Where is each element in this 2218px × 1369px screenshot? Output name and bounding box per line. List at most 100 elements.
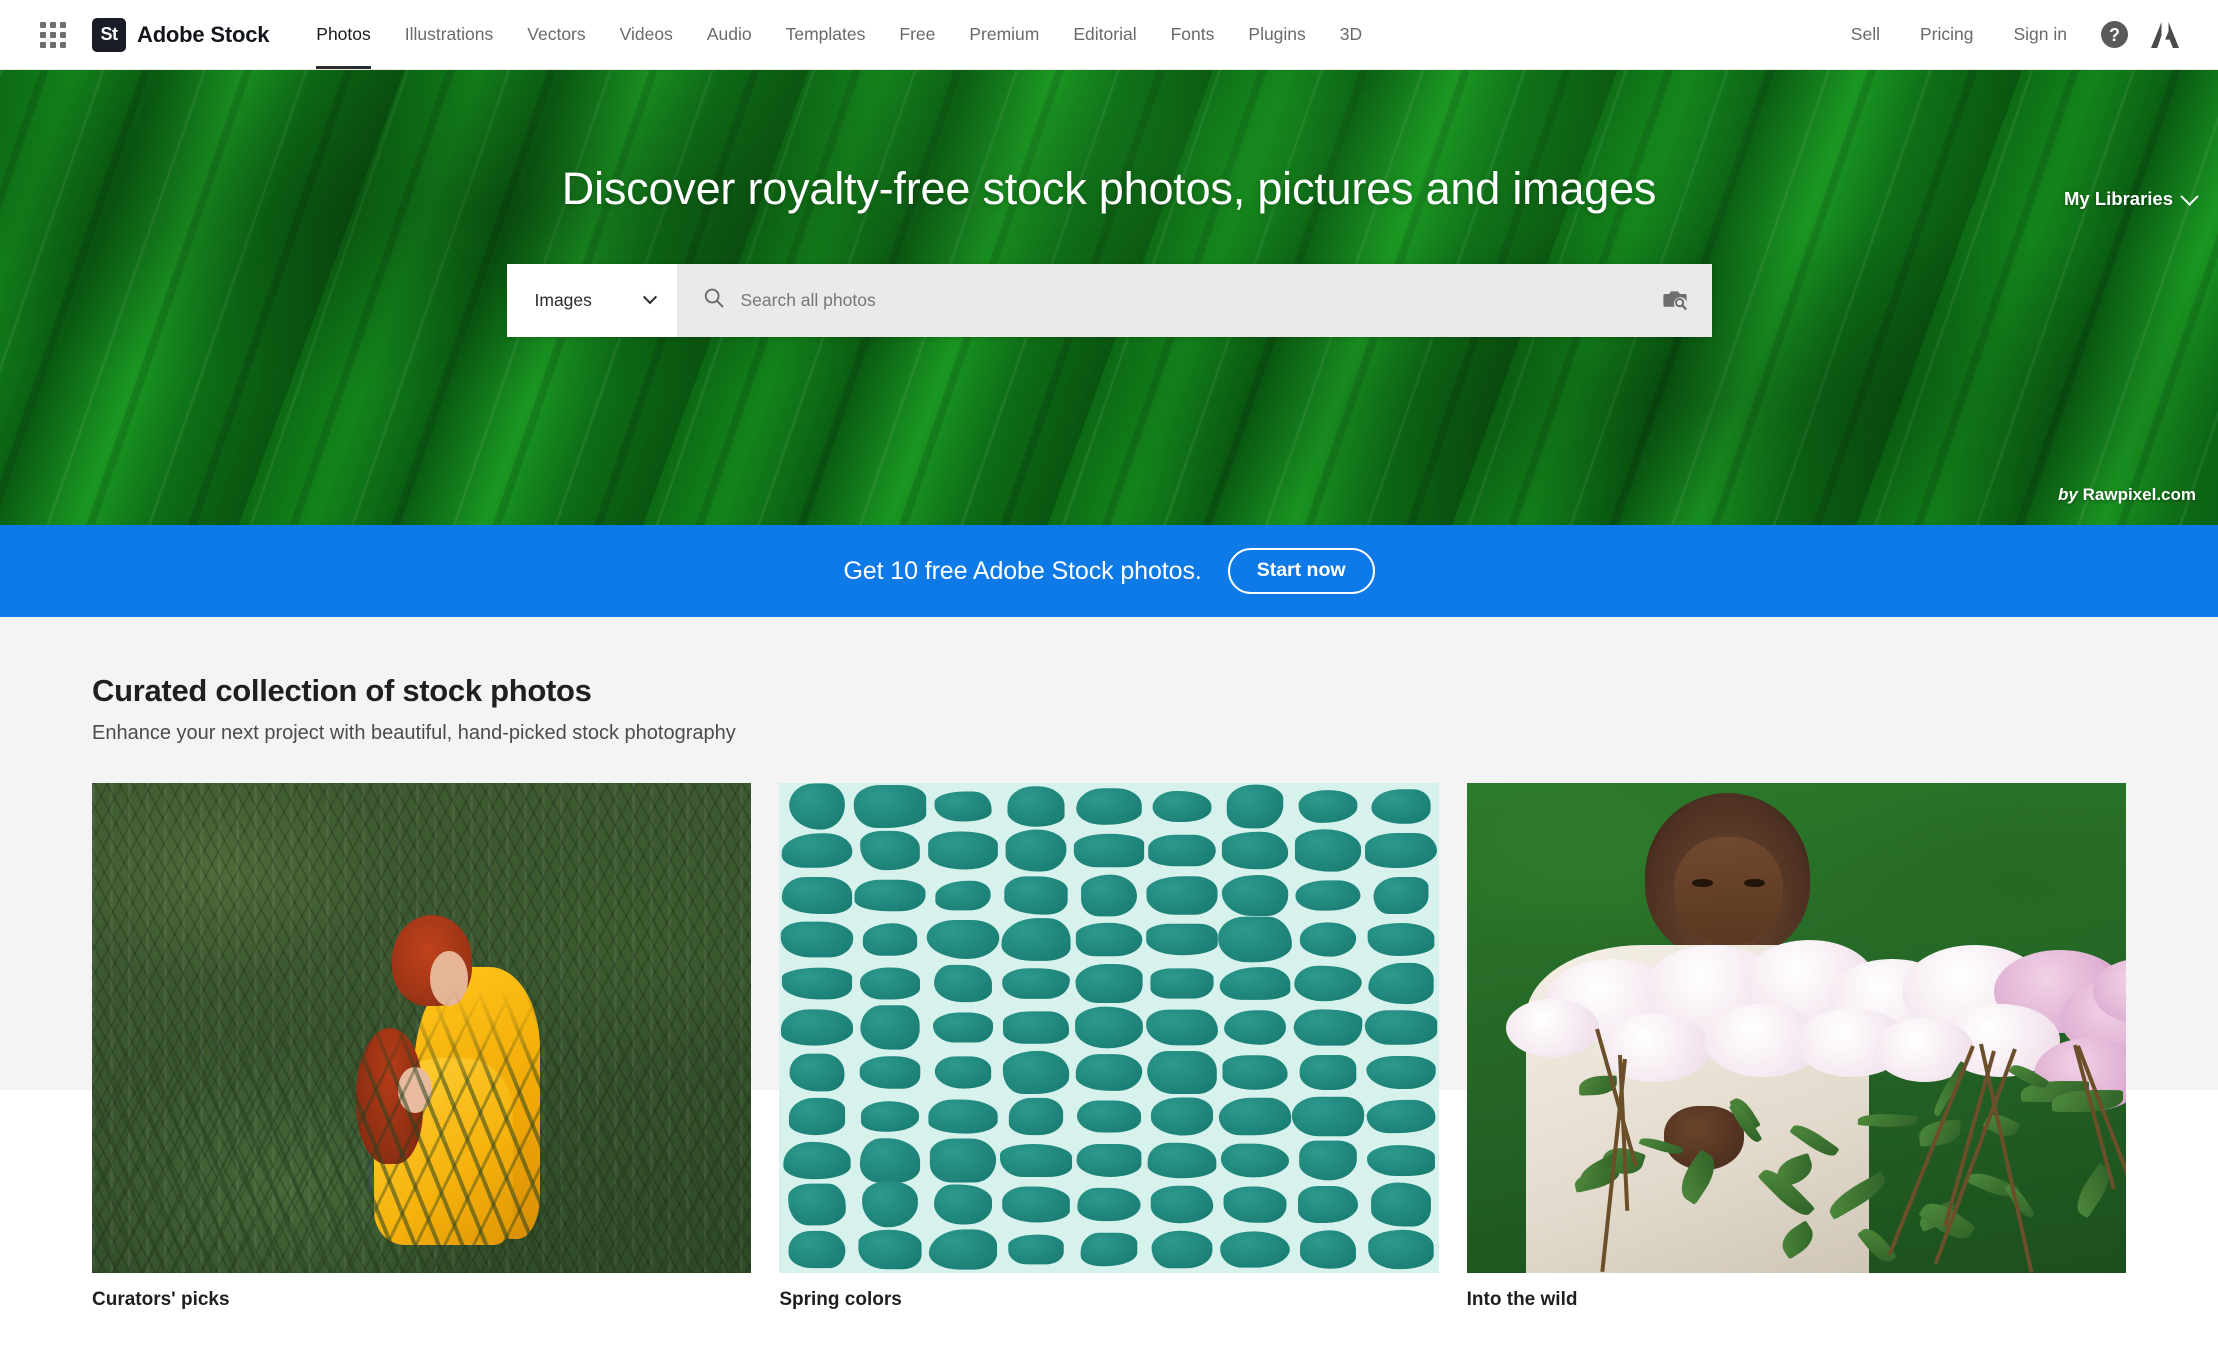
primary-nav: Photos Illustrations Vectors Videos Audi…: [299, 0, 1831, 69]
flower-leaf: [1824, 1171, 1891, 1221]
cell-blob: [863, 923, 918, 956]
collection-card[interactable]: Curators' picks: [92, 783, 752, 1311]
brand-name: Adobe Stock: [137, 21, 270, 47]
cell-blob: [1002, 968, 1070, 1000]
sign-in-link[interactable]: Sign in: [1993, 24, 2087, 45]
photo-teal-cell-pattern: [779, 783, 1439, 1273]
cell-blob: [1003, 1011, 1070, 1045]
hero-banner: My Libraries Discover royalty-free stock…: [0, 70, 2218, 525]
credit-prefix: by: [2058, 485, 2078, 504]
cell-blob: [1219, 967, 1291, 1001]
my-libraries-dropdown[interactable]: My Libraries: [2064, 186, 2199, 210]
cell-blob: [1008, 1097, 1064, 1136]
cell-blob: [1294, 829, 1361, 873]
search-bar: Images: [506, 263, 1712, 337]
collection-card[interactable]: Into the wild: [1466, 783, 2126, 1311]
nav-item-photos[interactable]: Photos: [299, 0, 387, 69]
page-subtitle: Enhance your next project with beautiful…: [92, 722, 736, 744]
cell-blob: [933, 1012, 994, 1044]
cell-blob: [862, 1182, 919, 1229]
cell-blob: [1220, 1143, 1289, 1178]
adobe-stock-mark-icon: St: [92, 17, 126, 52]
search-field-wrapper[interactable]: [676, 263, 1640, 337]
grid-dot: [50, 41, 56, 48]
collection-card[interactable]: Spring colors: [779, 783, 1439, 1311]
cell-blob: [1073, 834, 1145, 868]
cell-blob: [1295, 879, 1361, 911]
cell-blob: [1371, 789, 1431, 824]
cell-blob: [861, 1101, 920, 1132]
adobe-logo-icon[interactable]: [2150, 21, 2180, 49]
brand-logo-link[interactable]: St Adobe Stock: [92, 17, 270, 52]
nav-item-free[interactable]: Free: [882, 0, 952, 69]
cell-blob: [854, 784, 927, 829]
card-caption: Into the wild: [1466, 1289, 1578, 1310]
cell-blob: [1298, 1140, 1357, 1181]
nav-item-fonts[interactable]: Fonts: [1154, 0, 1232, 69]
page-title: Curated collection of stock photos: [92, 673, 592, 708]
app-grid-icon[interactable]: [40, 21, 66, 48]
cell-blob: [1150, 968, 1214, 999]
cell-blob: [1150, 1186, 1214, 1224]
cell-blob: [1075, 1006, 1143, 1049]
cell-blob: [1297, 1186, 1358, 1224]
nav-item-illustrations[interactable]: Illustrations: [388, 0, 511, 69]
cell-blob: [1004, 875, 1068, 915]
nav-item-premium[interactable]: Premium: [952, 0, 1056, 69]
hero-title: Discover royalty-free stock photos, pict…: [561, 163, 1657, 214]
cell-blob: [854, 879, 926, 912]
card-thumbnail-spring-colors[interactable]: [779, 783, 1439, 1273]
cell-blob: [1150, 1097, 1213, 1136]
cell-blob: [935, 880, 991, 911]
camera-visual-search-icon[interactable]: [1640, 264, 1712, 337]
grid-dot: [40, 21, 46, 28]
cell-blob: [1218, 916, 1292, 963]
cell-blob: [1293, 1009, 1363, 1047]
cell-blob: [1146, 923, 1218, 956]
flower-bloom: [1598, 1013, 1711, 1082]
start-now-button[interactable]: Start now: [1227, 548, 1375, 594]
cell-blob: [789, 783, 846, 830]
cell-blob: [1152, 791, 1212, 823]
photo-forest-raincoats: [92, 783, 752, 1273]
cell-blob: [1221, 832, 1288, 870]
nav-item-videos[interactable]: Videos: [603, 0, 690, 69]
fern-overlay: [92, 783, 752, 1273]
cell-blob: [1298, 790, 1358, 824]
nav-item-editorial[interactable]: Editorial: [1056, 0, 1153, 69]
search-type-dropdown[interactable]: Images: [506, 263, 677, 337]
help-circle-icon[interactable]: ?: [2101, 21, 2128, 48]
grid-dot: [40, 31, 46, 38]
nav-item-3d[interactable]: 3D: [1323, 0, 1379, 69]
search-input[interactable]: [740, 263, 1640, 337]
cell-blob: [1226, 784, 1284, 829]
cell-blob: [789, 1097, 846, 1136]
card-caption: Spring colors: [779, 1289, 902, 1310]
cell-blob: [1291, 1096, 1364, 1137]
cell-blob: [1076, 1144, 1142, 1178]
cell-blob: [1373, 876, 1429, 914]
flower-bloom: [1506, 998, 1599, 1058]
cell-blob: [1364, 833, 1437, 869]
nav-item-templates[interactable]: Templates: [769, 0, 883, 69]
cell-blob: [858, 1229, 922, 1270]
sell-link[interactable]: Sell: [1831, 24, 1900, 45]
cell-blob: [1000, 1144, 1073, 1178]
cell-pattern-grid: [779, 783, 1438, 1273]
flower-leaf: [1857, 1112, 1920, 1129]
cell-blob: [1223, 1186, 1287, 1224]
nav-item-plugins[interactable]: Plugins: [1231, 0, 1322, 69]
cell-blob: [860, 967, 921, 1000]
cell-blob: [1148, 834, 1216, 867]
card-thumbnail-curators-picks[interactable]: [92, 783, 752, 1273]
pricing-link[interactable]: Pricing: [1900, 24, 1994, 45]
cell-blob: [934, 1056, 992, 1089]
nav-item-vectors[interactable]: Vectors: [510, 0, 602, 69]
cell-blob: [1005, 829, 1067, 873]
cell-blob: [783, 1142, 851, 1180]
card-thumbnail-into-the-wild[interactable]: [1466, 783, 2126, 1273]
cell-blob: [1076, 788, 1142, 826]
nav-item-audio[interactable]: Audio: [690, 0, 769, 69]
header-right-actions: Sell Pricing Sign in ?: [1831, 21, 2192, 49]
cell-blob: [1075, 964, 1143, 1004]
